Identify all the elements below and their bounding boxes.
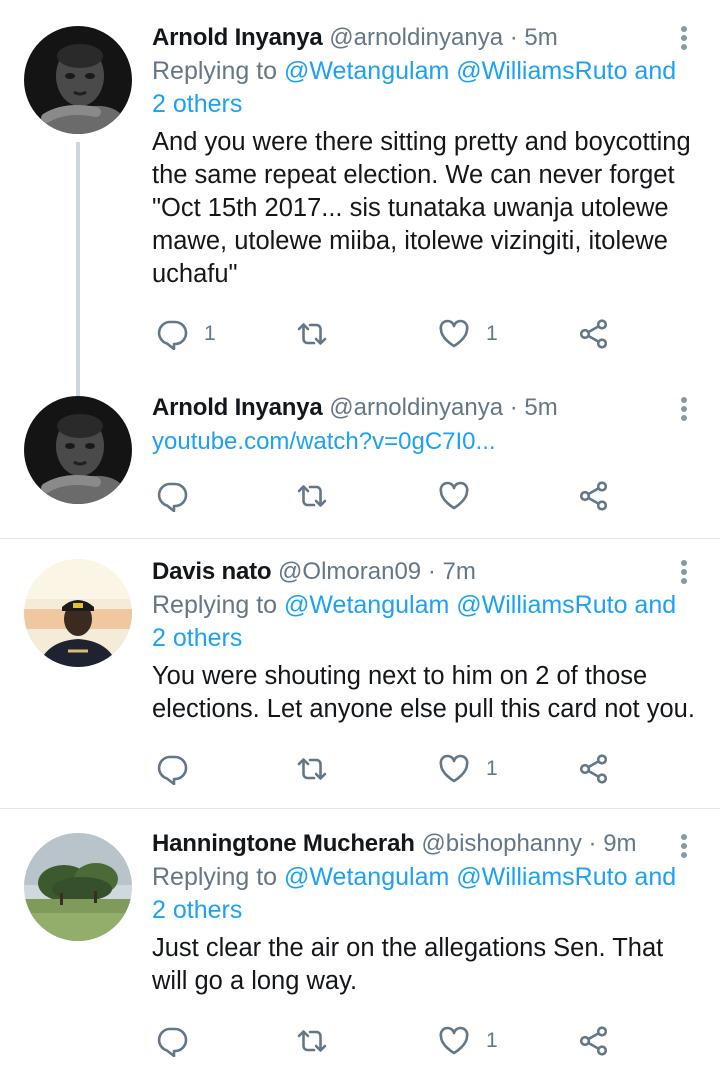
thread-line [76,142,80,396]
tweet-text: You were shouting next to him on 2 of th… [152,662,695,723]
user-handle[interactable]: @arnoldinyanya [329,24,503,51]
replying-to: Replying to @Wetangulam @WilliamsRuto an… [152,55,696,121]
reply-count: 1 [204,322,216,345]
replying-prefix: Replying to [152,591,278,619]
tweet-actions [152,476,622,516]
timestamp[interactable]: 9m [603,830,636,857]
like-button[interactable]: 1 [438,749,498,789]
share-button[interactable] [578,749,610,789]
replying-to: Replying to @Wetangulam @WilliamsRuto an… [152,589,696,655]
retweet-button[interactable] [296,749,344,789]
replying-to-others-link[interactable]: 2 others [152,896,242,924]
tweet-actions: 1 [152,749,622,789]
tweet-link[interactable]: youtube.com/watch?v=0gC7I0... [152,425,696,458]
avatar[interactable] [24,26,132,134]
tweet-2[interactable]: Arnold Inyanya @arnoldinyanya · 5m youtu… [0,392,720,538]
separator-dot: · [427,558,436,585]
share-button[interactable] [578,1021,610,1061]
replying-to-others-link[interactable]: 2 others [152,624,242,652]
retweet-icon [296,753,328,785]
reply-button[interactable] [156,749,204,789]
replying-prefix: Replying to [152,57,278,85]
display-name[interactable]: Arnold Inyanya [152,24,323,51]
separator-dot: · [588,830,597,857]
replying-prefix: Replying to [152,863,278,891]
reply-icon [156,480,188,512]
timestamp[interactable]: 5m [524,24,557,51]
reply-icon [156,1025,188,1057]
avatar[interactable] [24,396,132,504]
avatar-hanningtone-mucherah [24,833,132,941]
heart-icon [438,1025,470,1057]
replying-to: Replying to @Wetangulam @WilliamsRuto an… [152,861,696,927]
avatar[interactable] [24,833,132,941]
tweet-1[interactable]: Arnold Inyanya @arnoldinyanya · 5m Reply… [0,0,720,396]
reply-icon [156,318,188,350]
tweet-actions: 1 [152,1021,622,1061]
share-button[interactable] [578,476,610,516]
tweet-text: And you were there sitting pretty and bo… [152,128,691,288]
tweet-header: Arnold Inyanya @arnoldinyanya · 5m [152,22,696,54]
replying-to-users-link[interactable]: @Wetangulam @WilliamsRuto and [284,863,676,891]
user-handle[interactable]: @bishophanny [421,830,581,857]
tweet-header: Hanningtone Mucherah @bishophanny · 9m [152,828,696,860]
like-count: 1 [486,322,498,345]
retweet-icon [296,1025,328,1057]
reply-icon [156,753,188,785]
like-button[interactable] [438,476,486,516]
heart-icon [438,318,470,350]
reply-button[interactable] [156,1021,204,1061]
like-button[interactable]: 1 [438,1021,498,1061]
heart-icon [438,753,470,785]
share-icon [578,480,610,512]
avatar-arnold-inyanya [24,26,132,134]
display-name[interactable]: Arnold Inyanya [152,394,323,421]
timestamp[interactable]: 5m [524,394,557,421]
user-handle[interactable]: @Olmoran09 [278,558,421,585]
tweet-text: Just clear the air on the allegations Se… [152,934,664,995]
tweet-header: Arnold Inyanya @arnoldinyanya · 5m [152,392,696,424]
share-icon [578,318,610,350]
tweet-actions: 1 1 [152,314,622,354]
like-button[interactable]: 1 [438,314,498,354]
replying-to-others-link[interactable]: 2 others [152,90,242,118]
display-name[interactable]: Davis nato [152,558,272,585]
retweet-button[interactable] [296,1021,344,1061]
replying-to-users-link[interactable]: @Wetangulam @WilliamsRuto and [284,57,676,85]
separator-dot: · [509,24,518,51]
timestamp[interactable]: 7m [442,558,475,585]
avatar-davis-nato [24,559,132,667]
replying-to-users-link[interactable]: @Wetangulam @WilliamsRuto and [284,591,676,619]
share-icon [578,1025,610,1057]
like-count: 1 [486,757,498,780]
reply-button[interactable]: 1 [156,314,216,354]
heart-icon [438,480,470,512]
tweet-4[interactable]: Hanningtone Mucherah @bishophanny · 9m R… [0,809,720,1074]
share-icon [578,753,610,785]
retweet-button[interactable] [296,476,344,516]
share-button[interactable] [578,314,610,354]
reply-button[interactable] [156,476,204,516]
retweet-icon [296,480,328,512]
avatar[interactable] [24,559,132,667]
avatar-arnold-inyanya [24,396,132,504]
tweet-3[interactable]: Davis nato @Olmoran09 · 7m Replying to @… [0,539,720,809]
like-count: 1 [486,1029,498,1052]
tweet-header: Davis nato @Olmoran09 · 7m [152,556,696,588]
separator-dot: · [509,394,518,421]
retweet-icon [296,318,328,350]
display-name[interactable]: Hanningtone Mucherah [152,830,415,857]
user-handle[interactable]: @arnoldinyanya [329,394,503,421]
retweet-button[interactable] [296,314,344,354]
